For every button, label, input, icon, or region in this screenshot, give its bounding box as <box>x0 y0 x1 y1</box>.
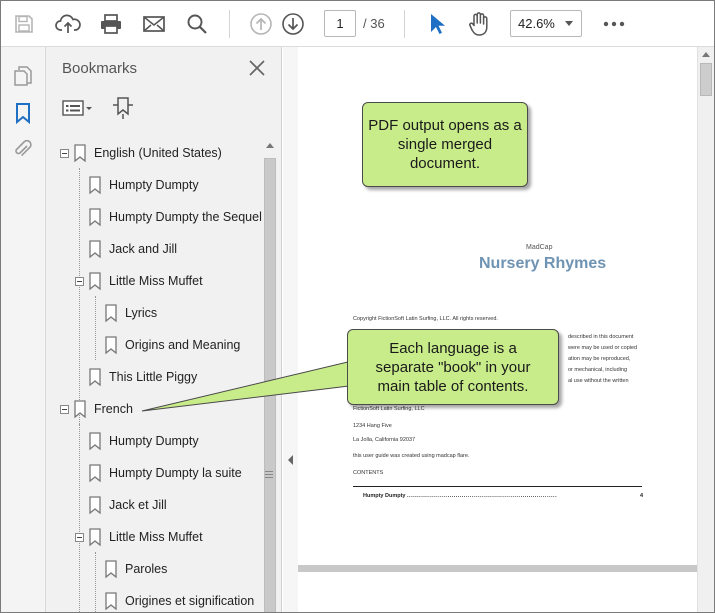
callout-bottom-text: Each language is a separate "book" in yo… <box>375 339 531 395</box>
callout-top: PDF output opens as a single merged docu… <box>362 102 528 187</box>
callout-bottom: Each language is a separate "book" in yo… <box>347 329 559 405</box>
acrobat-window: 1 / 36 42.6% Bookmarks English (United S… <box>0 0 715 613</box>
callout-pointer <box>141 355 375 412</box>
callout-top-text: PDF output opens as a single merged docu… <box>368 117 522 172</box>
